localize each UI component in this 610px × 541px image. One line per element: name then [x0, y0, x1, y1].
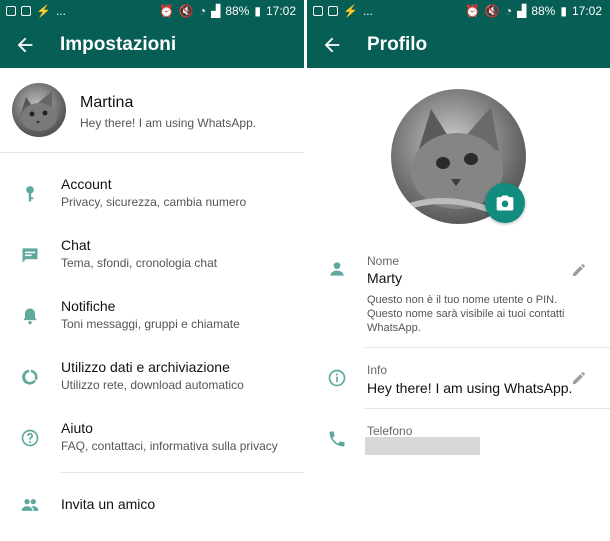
back-arrow-icon[interactable]	[321, 34, 343, 56]
profile-name: Martina	[80, 94, 134, 111]
name-hint: Questo non è il tuo nome utente o PIN. Q…	[367, 294, 565, 334]
menu-item-invite-friend[interactable]: Invita un amico	[0, 485, 304, 525]
divider	[0, 152, 304, 153]
divider	[365, 408, 610, 409]
battery-level: 88%	[531, 4, 556, 18]
menu-item-title: Invita un amico	[61, 496, 156, 512]
gallery-notification-icon	[313, 6, 323, 16]
status-bar: ⚡ ... ⏰ 🔇 ◔ ▟ 88% ▮ 17:02	[0, 0, 304, 22]
alarm-icon: ⏰	[464, 4, 480, 18]
phone-label: Telefono	[367, 424, 413, 438]
bell-icon	[23, 308, 37, 325]
more-notifications: ...	[55, 4, 66, 18]
edit-name-pencil-icon[interactable]	[571, 262, 587, 278]
people-icon	[21, 499, 39, 511]
clock: 17:02	[265, 4, 296, 18]
wifi-icon: ◔	[198, 4, 207, 18]
info-label: Info	[367, 363, 388, 377]
cat-photo	[20, 91, 57, 131]
mute-icon: 🔇	[484, 4, 500, 18]
signal-icon: ▟	[211, 4, 221, 18]
wifi-icon: ◔	[504, 4, 513, 18]
profile-row[interactable]: Martina Hey there! I am using WhatsApp.	[0, 68, 304, 152]
status-bar: ⚡ ... ⏰ 🔇 ◔ ▟ 88% ▮ 17:02	[307, 0, 610, 22]
divider	[61, 472, 304, 473]
info-icon	[328, 369, 346, 387]
camera-icon	[496, 195, 514, 211]
profile-screen: ⚡ ... ⏰ 🔇 ◔ ▟ 88% ▮ 17:02 Profilo Nome M…	[307, 0, 610, 541]
profile-status: Hey there! I am using WhatsApp.	[80, 116, 257, 130]
image-notification-icon	[21, 6, 31, 16]
alarm-icon: ⏰	[158, 4, 174, 18]
menu-item-subtitle: Tema, sfondi, cronologia chat	[61, 256, 218, 270]
data-usage-icon	[22, 369, 38, 385]
gallery-notification-icon	[6, 6, 16, 16]
menu-item-title: Utilizzo dati e archiviazione	[61, 359, 230, 375]
app-bar: Impostazioni	[0, 22, 304, 68]
menu-item-title: Aiuto	[61, 420, 93, 436]
battery-level: 88%	[225, 4, 250, 18]
menu-item-subtitle: Utilizzo rete, download automatico	[61, 378, 244, 392]
clock: 17:02	[571, 4, 602, 18]
flash-icon: ⚡	[36, 4, 51, 18]
name-value[interactable]: Marty	[367, 270, 402, 286]
page-title: Profilo	[367, 34, 428, 55]
info-value[interactable]: Hey there! I am using WhatsApp.	[367, 380, 572, 396]
app-bar: Profilo	[307, 22, 610, 68]
chat-icon	[22, 248, 38, 263]
menu-item-account[interactable]: Account Privacy, sicurezza, cambia numer…	[0, 168, 304, 228]
name-label: Nome	[367, 254, 400, 268]
menu-item-title: Chat	[61, 237, 91, 253]
menu-item-subtitle: Toni messaggi, gruppi e chiamate	[61, 317, 240, 331]
flash-icon: ⚡	[343, 4, 358, 18]
battery-icon: ▮	[254, 4, 261, 18]
menu-item-notifications[interactable]: Notifiche Toni messaggi, gruppi e chiama…	[0, 290, 304, 350]
back-arrow-icon[interactable]	[14, 34, 36, 56]
person-icon	[330, 262, 344, 276]
signal-icon: ▟	[517, 4, 527, 18]
menu-item-data-usage[interactable]: Utilizzo dati e archiviazione Utilizzo r…	[0, 351, 304, 411]
key-icon	[26, 186, 34, 202]
menu-item-help[interactable]: Aiuto FAQ, contattaci, informativa sulla…	[0, 412, 304, 472]
more-notifications: ...	[362, 4, 373, 18]
menu-item-subtitle: FAQ, contattaci, informativa sulla priva…	[61, 439, 278, 453]
phone-number-redacted	[365, 437, 480, 455]
menu-item-title: Notifiche	[61, 298, 116, 314]
avatar[interactable]	[12, 83, 66, 137]
menu-item-chat[interactable]: Chat Tema, sfondi, cronologia chat	[0, 229, 304, 289]
page-title: Impostazioni	[60, 34, 177, 55]
phone-icon	[329, 431, 345, 447]
change-photo-button[interactable]	[485, 183, 525, 223]
battery-icon: ▮	[560, 4, 567, 18]
help-icon	[21, 429, 39, 447]
menu-item-title: Account	[61, 176, 112, 192]
divider	[365, 347, 610, 348]
image-notification-icon	[328, 6, 338, 16]
mute-icon: 🔇	[178, 4, 194, 18]
settings-screen: ⚡ ... ⏰ 🔇 ◔ ▟ 88% ▮ 17:02 Impostazioni M…	[0, 0, 304, 541]
edit-info-pencil-icon[interactable]	[571, 370, 587, 386]
menu-item-subtitle: Privacy, sicurezza, cambia numero	[61, 195, 247, 209]
